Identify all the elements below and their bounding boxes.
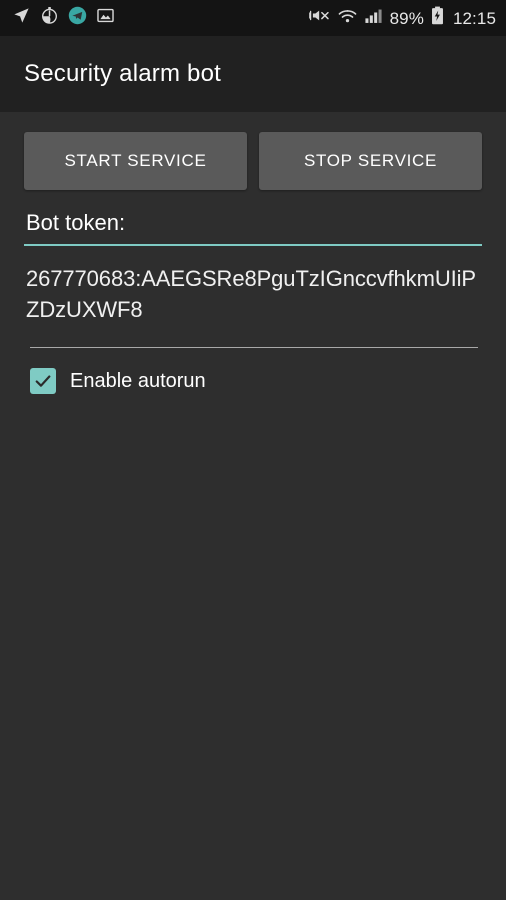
status-bar-left-icons: [12, 6, 115, 30]
app-bar: Security alarm bot: [0, 36, 506, 112]
cell-signal-icon: [364, 7, 383, 30]
status-bar: 89% 12:15: [0, 0, 506, 36]
stop-service-button[interactable]: STOP SERVICE: [259, 132, 482, 190]
enable-autorun-checkbox[interactable]: [30, 368, 56, 394]
section-divider: [30, 347, 478, 348]
enable-autorun-row[interactable]: Enable autorun: [24, 368, 482, 394]
status-bar-right-icons: 89% 12:15: [308, 6, 496, 30]
alarm-clock-icon: [40, 6, 59, 30]
checkmark-icon: [35, 375, 51, 387]
location-arrow-icon: [12, 6, 31, 30]
vibrate-mute-icon: [308, 6, 331, 30]
clock-label: 12:15: [452, 8, 496, 28]
bot-token-input[interactable]: 267770683:AAEGSRe8PguTzIGnccvfhkmUIiPZDz…: [24, 263, 482, 325]
telegram-bot-icon: [68, 6, 87, 30]
page-title: Security alarm bot: [24, 60, 222, 87]
battery-charging-icon: [431, 6, 444, 30]
enable-autorun-label: Enable autorun: [70, 370, 206, 392]
bot-token-field[interactable]: Bot token:: [24, 210, 482, 246]
battery-percent-label: 89%: [389, 8, 424, 28]
bot-token-underline: [24, 244, 482, 246]
service-button-row: START SERVICE STOP SERVICE: [24, 132, 482, 190]
screenshot-image-icon: [96, 6, 115, 30]
start-service-button[interactable]: START SERVICE: [24, 132, 247, 190]
phone-screen: 89% 12:15 Security alarm bot START SERVI…: [0, 0, 506, 900]
wifi-icon: [338, 7, 357, 30]
main-content: START SERVICE STOP SERVICE Bot token: 26…: [0, 112, 506, 900]
bot-token-label: Bot token:: [26, 210, 126, 235]
